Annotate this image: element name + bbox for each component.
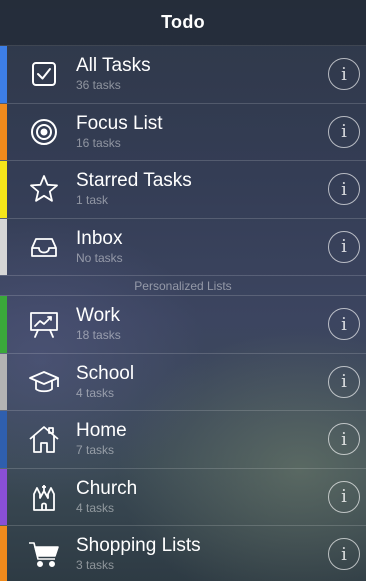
list-label: Inbox	[76, 227, 123, 249]
task-count: 16 tasks	[76, 135, 121, 150]
list-color-bar	[0, 103, 7, 160]
list-color-bar	[0, 218, 7, 275]
list-row-starred-tasks[interactable]: Starred Tasks 1 task i	[0, 161, 366, 219]
list-label: Work	[76, 305, 120, 326]
task-count: 4 tasks	[76, 500, 115, 515]
inbox-icon	[26, 229, 62, 265]
shopping-cart-icon	[26, 536, 62, 572]
list-label: Starred Tasks	[76, 170, 192, 191]
house-icon	[26, 421, 62, 457]
list-row-focus-list[interactable]: Focus List 16 tasks i	[0, 103, 366, 161]
task-count: No tasks	[76, 250, 123, 265]
checkbox-icon	[26, 56, 62, 92]
task-count: 18 tasks	[76, 328, 121, 342]
list-row-shopping-lists[interactable]: Shopping Lists 3 tasks i	[0, 526, 366, 581]
list-label: All Tasks	[76, 55, 151, 76]
list-row-all-tasks[interactable]: All Tasks 36 tasks i	[0, 46, 366, 104]
list-color-bar	[0, 46, 7, 103]
info-button[interactable]: i	[328, 480, 360, 513]
task-count: 1 task	[76, 193, 109, 207]
section-header: Personalized Lists	[0, 276, 366, 296]
list-label: Shopping Lists	[76, 535, 201, 556]
list-color-bar	[0, 353, 7, 410]
page-title: Todo	[161, 12, 205, 32]
list-row-home[interactable]: Home 7 tasks i	[0, 411, 366, 469]
list-row-inbox[interactable]: Inbox No tasks i	[0, 218, 366, 276]
task-count: 36 tasks	[76, 78, 121, 92]
list-color-bar	[0, 411, 7, 468]
info-button[interactable]: i	[328, 58, 360, 91]
list-color-bar	[0, 526, 7, 581]
list-row-school[interactable]: School 4 tasks i	[0, 353, 366, 411]
info-button[interactable]: i	[328, 365, 360, 398]
todo-app: Todo All Tasks 36 tasks i Focus List 16 …	[0, 0, 366, 581]
task-count: 4 tasks	[76, 385, 115, 400]
list-row-work[interactable]: Work 18 tasks i	[0, 296, 366, 354]
info-button[interactable]: i	[328, 230, 360, 263]
info-button[interactable]: i	[328, 115, 360, 148]
task-count: 7 tasks	[76, 443, 115, 457]
presentation-icon	[26, 306, 62, 342]
info-button[interactable]: i	[328, 308, 360, 341]
list-color-bar	[0, 468, 7, 525]
church-icon	[26, 479, 62, 515]
target-icon	[26, 114, 62, 150]
navigation-bar: Todo	[0, 0, 366, 46]
list-color-bar	[0, 296, 7, 353]
info-button[interactable]: i	[328, 538, 360, 571]
info-button[interactable]: i	[328, 173, 360, 206]
list-label: School	[76, 362, 135, 384]
list-row-church[interactable]: Church 4 tasks i	[0, 468, 366, 526]
task-count: 3 tasks	[76, 558, 115, 572]
star-icon	[26, 171, 62, 207]
list-label: Home	[76, 420, 127, 441]
graduation-cap-icon	[26, 364, 62, 400]
list-label: Church	[76, 477, 138, 499]
list-color-bar	[0, 161, 7, 218]
list-label: Focus List	[76, 112, 163, 134]
info-button[interactable]: i	[328, 423, 360, 456]
